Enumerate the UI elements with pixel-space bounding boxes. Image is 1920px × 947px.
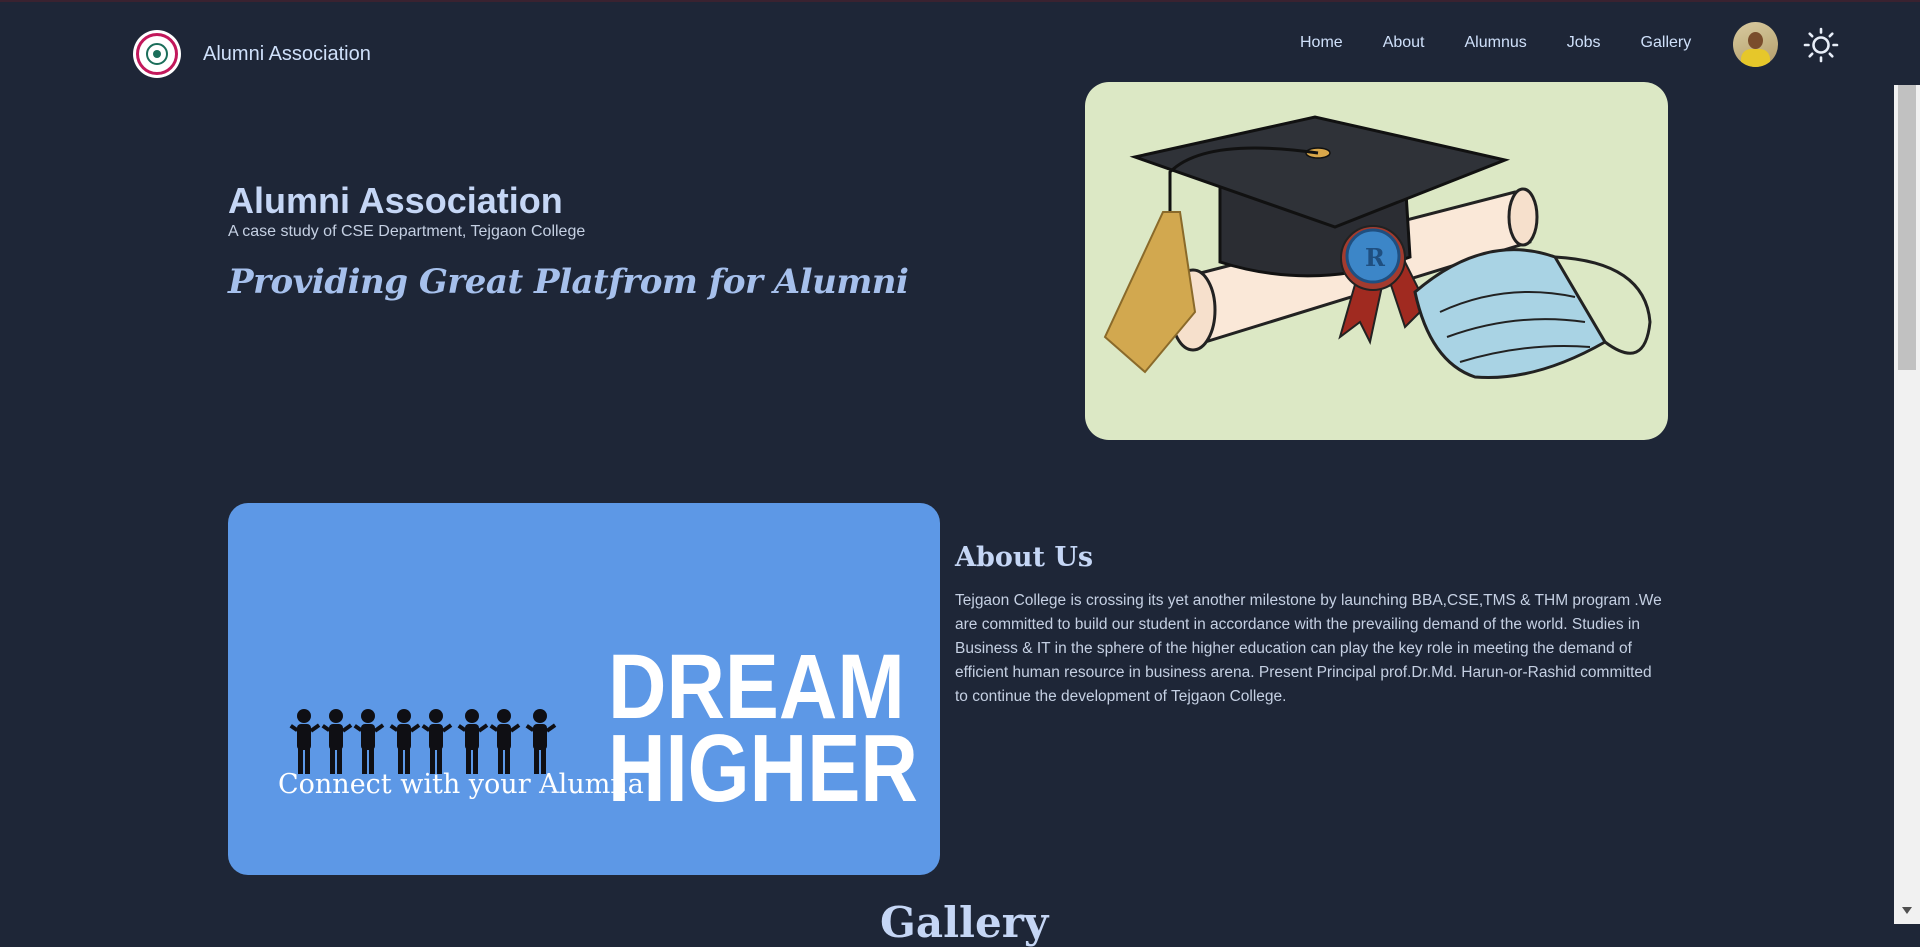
scrollbar-thumb[interactable] [1898, 85, 1916, 370]
brand[interactable]: Alumni Association [133, 30, 371, 78]
nav-link-alumnus[interactable]: Alumnus [1465, 34, 1527, 52]
page-scrollbar[interactable] [1894, 85, 1920, 924]
brand-name: Alumni Association [203, 42, 371, 65]
sun-icon[interactable] [1803, 27, 1839, 63]
college-logo-icon [133, 30, 181, 78]
dream-higher-banner: Connect with your Alumna DREAM HIGHER [228, 503, 940, 875]
scroll-down-arrow-icon[interactable] [1902, 907, 1912, 914]
hero-tagline: Providing Great Platfrom for Alumni [228, 262, 909, 302]
avatar[interactable] [1733, 22, 1778, 67]
nav-link-home[interactable]: Home [1300, 34, 1343, 52]
nav-link-gallery[interactable]: Gallery [1641, 34, 1692, 52]
banner-word-higher: HIGHER [608, 715, 918, 822]
graduation-cap-icon: R [1103, 115, 1652, 380]
gallery-heading: Gallery [880, 898, 1049, 947]
about-text: Tejgaon College is crossing its yet anot… [955, 592, 1662, 705]
hero-title: Alumni Association [228, 180, 563, 221]
svg-text:R: R [1365, 243, 1386, 272]
nav-menu: Home About Alumnus Jobs Gallery [1300, 34, 1731, 52]
hero-subtitle: A case study of CSE Department, Tejgaon … [228, 223, 586, 240]
about-heading: About Us [955, 542, 1094, 573]
nav-link-about[interactable]: About [1383, 34, 1425, 52]
people-icon [289, 709, 557, 774]
graduation-cap-illustration: R [1085, 82, 1668, 440]
banner-caption: Connect with your Alumna [278, 769, 644, 800]
navbar: Alumni Association Home About Alumnus Jo… [0, 2, 1894, 82]
nav-link-jobs[interactable]: Jobs [1567, 34, 1601, 52]
